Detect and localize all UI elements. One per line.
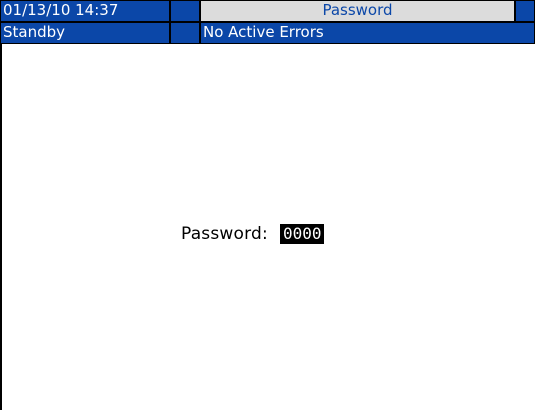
header-right-indicator — [515, 0, 535, 22]
header-indicator-square — [170, 0, 200, 22]
screen-left-border — [0, 0, 2, 410]
status-indicator-square — [170, 22, 200, 44]
error-status: No Active Errors — [200, 22, 535, 44]
password-label: Password: — [181, 224, 268, 244]
system-status: Standby — [0, 22, 170, 44]
password-field[interactable]: 0000 — [279, 224, 325, 244]
screen-title: Password — [200, 0, 515, 22]
password-entry-row: Password: 0000 — [181, 221, 325, 247]
hmi-screen: 01/13/10 14:37 Password Standby No Activ… — [0, 0, 535, 410]
datetime-display: 01/13/10 14:37 — [0, 0, 170, 22]
